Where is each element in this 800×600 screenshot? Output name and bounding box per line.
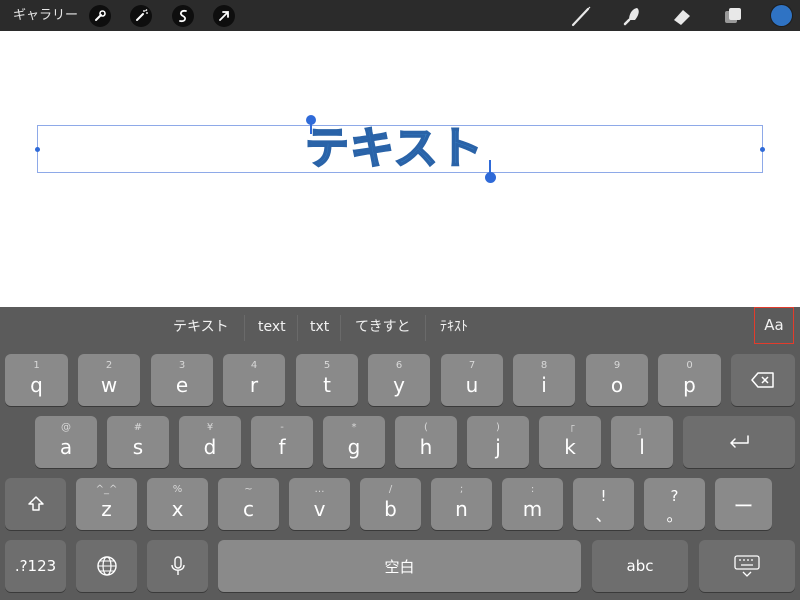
key-comma[interactable]: !、: [573, 478, 634, 530]
eraser-icon[interactable]: [670, 4, 694, 28]
key-t[interactable]: 5t: [296, 354, 358, 406]
keyboard: テキスト text txt てきすと ﾃｷｽﾄ Aa 1q 2w 3e 4r 5…: [0, 307, 800, 600]
key-r[interactable]: 4r: [223, 354, 285, 406]
microphone-icon: [170, 556, 185, 575]
brush-icon[interactable]: [569, 4, 593, 28]
return-icon: [730, 435, 749, 448]
suggestion-item[interactable]: テキスト: [173, 307, 229, 347]
key-d[interactable]: ¥ d: [179, 416, 241, 468]
space-key[interactable]: 空白: [218, 540, 581, 592]
suggestion-item[interactable]: text: [258, 307, 286, 347]
dictation-key[interactable]: [147, 540, 208, 592]
smudge-icon[interactable]: [620, 4, 644, 28]
key-o[interactable]: 9o: [586, 354, 648, 406]
key-p[interactable]: 0p: [658, 354, 721, 406]
wrench-icon[interactable]: [89, 5, 111, 27]
key-q[interactable]: 1q: [5, 354, 68, 406]
suggestion-divider: [244, 315, 245, 341]
key-k[interactable]: 「k: [539, 416, 601, 468]
keyboard-dismiss-icon: [734, 555, 760, 577]
numbers-key[interactable]: .?123: [5, 540, 66, 592]
key-period[interactable]: ?。: [644, 478, 705, 530]
selection-end-handle[interactable]: [485, 172, 496, 183]
key-b[interactable]: / b: [360, 478, 421, 530]
key-w[interactable]: 2w: [78, 354, 140, 406]
key-f[interactable]: -f: [251, 416, 313, 468]
hide-keyboard-key[interactable]: [699, 540, 795, 592]
key-m[interactable]: :m: [502, 478, 563, 530]
key-i[interactable]: 8i: [513, 354, 575, 406]
key-u[interactable]: 7u: [441, 354, 503, 406]
selection-start-handle[interactable]: [306, 115, 316, 125]
color-picker[interactable]: [771, 5, 792, 26]
key-long-vowel[interactable]: ー: [715, 478, 772, 530]
left-resize-handle[interactable]: [35, 147, 40, 152]
key-a[interactable]: @ a: [35, 416, 97, 468]
gallery-button[interactable]: ギャラリー: [13, 0, 78, 31]
suggestion-divider: [297, 315, 298, 341]
key-z[interactable]: ^_^ z: [76, 478, 137, 530]
key-e[interactable]: 3e: [151, 354, 213, 406]
key-j[interactable]: ) j: [467, 416, 529, 468]
key-l[interactable]: 」 l: [611, 416, 673, 468]
canvas-text[interactable]: テキスト: [304, 121, 505, 177]
right-resize-handle[interactable]: [760, 147, 765, 152]
font-style-button[interactable]: Aa: [754, 307, 794, 344]
suggestion-item[interactable]: てきすと: [355, 307, 411, 347]
transform-arrow-icon[interactable]: [213, 5, 235, 27]
key-h[interactable]: (h: [395, 416, 457, 468]
key-y[interactable]: 6y: [368, 354, 430, 406]
key-c[interactable]: ~ c: [218, 478, 279, 530]
suggestion-bar: テキスト text txt てきすと ﾃｷｽﾄ Aa: [0, 307, 800, 347]
layers-icon[interactable]: [721, 4, 745, 28]
selection-s-icon[interactable]: [172, 5, 194, 27]
key-s[interactable]: # s: [107, 416, 169, 468]
return-key[interactable]: [683, 416, 795, 468]
key-g[interactable]: * g: [323, 416, 385, 468]
backspace-icon: [751, 372, 774, 388]
top-toolbar: ギャラリー: [0, 0, 800, 31]
backspace-key[interactable]: [731, 354, 795, 406]
key-x[interactable]: % x: [147, 478, 208, 530]
key-n[interactable]: ; n: [431, 478, 492, 530]
suggestion-divider: [340, 315, 341, 341]
magic-wand-icon[interactable]: [130, 5, 152, 27]
shift-key[interactable]: [5, 478, 66, 530]
globe-key[interactable]: [76, 540, 137, 592]
suggestion-item[interactable]: txt: [310, 307, 329, 347]
globe-icon: [96, 556, 117, 576]
key-v[interactable]: … v: [289, 478, 350, 530]
shift-icon: [27, 496, 44, 511]
suggestion-divider: [425, 315, 426, 341]
abc-key[interactable]: abc: [592, 540, 688, 592]
suggestion-item[interactable]: ﾃｷｽﾄ: [440, 307, 468, 347]
